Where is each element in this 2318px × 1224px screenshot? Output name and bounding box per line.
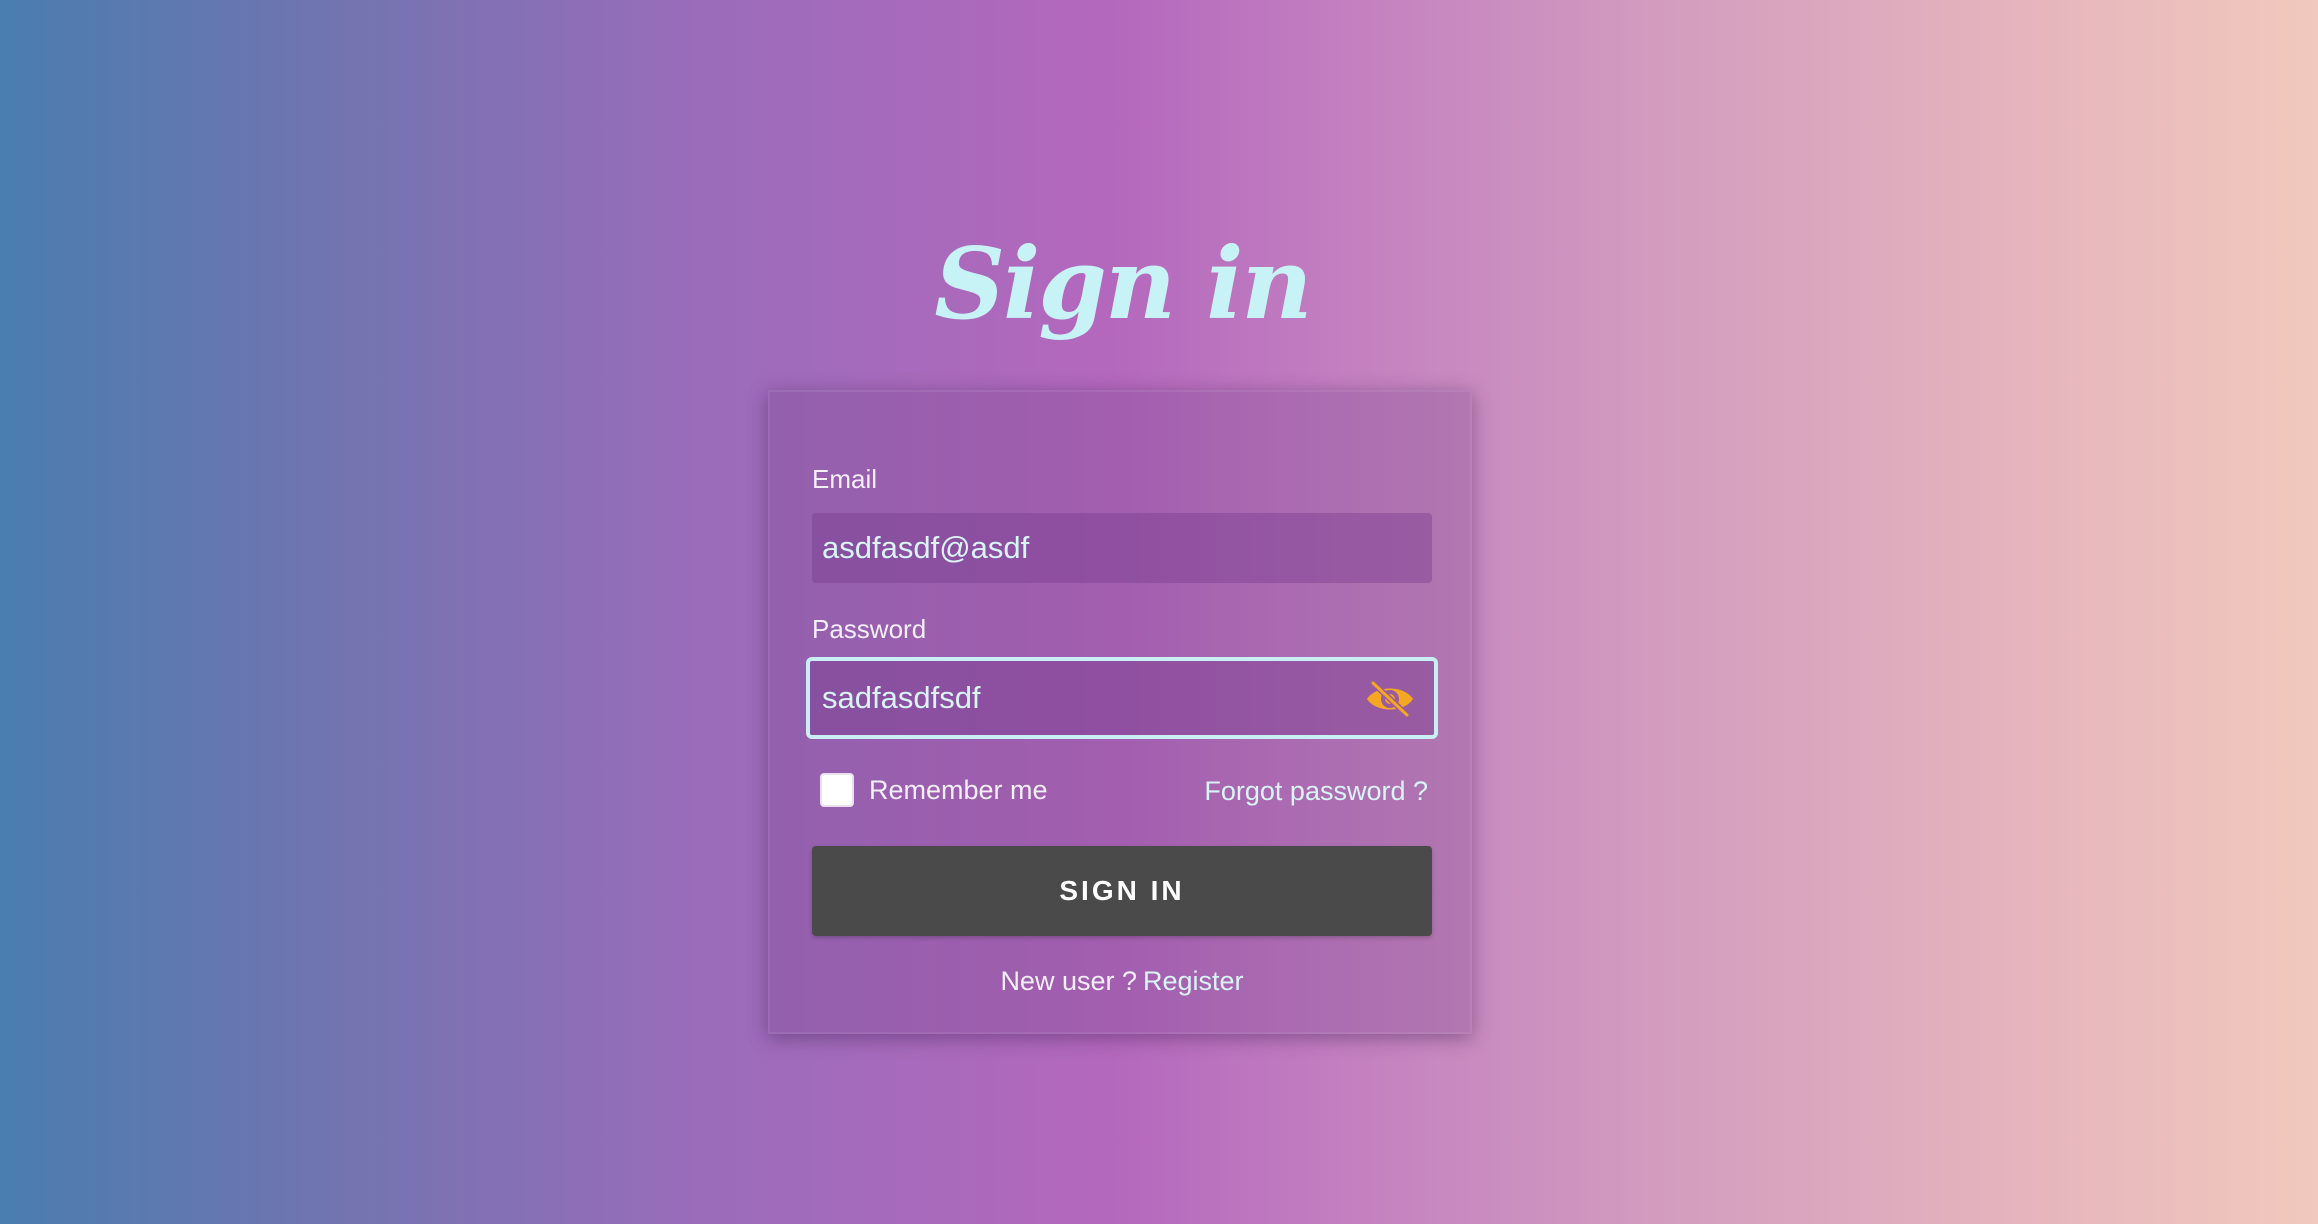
remember-me: Remember me [820,770,1048,810]
register-row: New user ? Register [770,966,1474,997]
new-user-text: New user ? [1000,966,1137,996]
register-link[interactable]: Register [1143,966,1244,996]
email-field[interactable]: asdfasdf@asdf [812,513,1432,583]
password-label: Password [812,614,927,644]
remember-me-label[interactable]: Remember me [869,775,1048,806]
password-field[interactable]: sadfasdfsdf [806,657,1438,739]
eye-slash-icon[interactable] [1364,680,1416,718]
password-value: sadfasdfsdf [822,680,981,715]
sign-in-button[interactable]: SIGN IN [812,846,1432,936]
forgot-password-link[interactable]: Forgot password ? [1204,776,1428,807]
email-label: Email [812,464,878,494]
sign-in-card: Email asdfasdf@asdf Password sadfasdfsdf… [768,390,1472,1034]
email-value: asdfasdf@asdf [822,530,1030,565]
remember-me-checkbox[interactable] [820,773,854,807]
page-title: Sign in [934,227,1312,342]
